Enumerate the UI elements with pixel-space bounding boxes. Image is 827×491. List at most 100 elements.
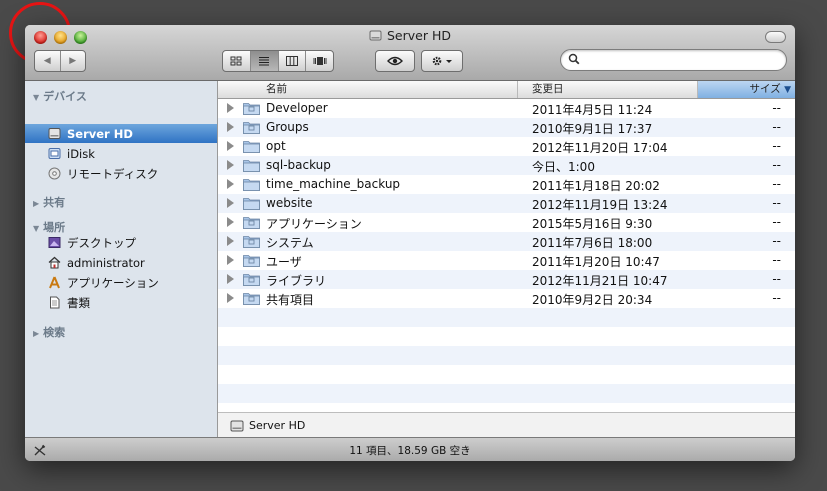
file-row[interactable]: time_machine_backup 2011年1月18日 20:02 -- [218,175,795,194]
sidebar-search-header[interactable]: ▶ 検索 [33,324,65,340]
file-size: -- [772,177,781,191]
file-name: website [266,196,313,210]
sidebar-item-label: リモートディスク [67,166,159,181]
file-name: ライブラリ [266,274,327,288]
desktop-icon [47,236,61,250]
empty-row [218,308,795,327]
system-folder-icon [243,272,260,286]
icon-view-button[interactable] [223,51,251,71]
file-size: -- [772,196,781,210]
file-name: opt [266,139,286,153]
sidebar-header-label: 共有 [43,196,66,209]
disclosure-triangle-icon[interactable] [227,122,234,132]
folder-icon [243,177,260,191]
disclosure-triangle-icon[interactable] [227,236,234,246]
file-size: -- [772,253,781,267]
sidebar-item-home[interactable]: administrator [25,253,217,272]
file-date: 2010年9月1日 17:37 [532,122,653,136]
system-folder-icon [243,101,260,115]
empty-row [218,327,795,346]
name-column-header[interactable]: 名前 [218,81,518,98]
quicklook-cell[interactable] [376,51,414,71]
system-folder-icon [243,215,260,229]
remote-disc-icon [47,167,61,181]
file-size: -- [772,120,781,134]
disclosure-triangle-icon[interactable] [227,179,234,189]
file-row[interactable]: ユーザ 2011年1月20日 10:47 -- [218,251,795,270]
file-row[interactable]: website 2012年11月19日 13:24 -- [218,194,795,213]
sidebar-item-remote-disc[interactable]: リモートディスク [25,164,217,183]
sidebar-item-desktop[interactable]: デスクトップ [25,233,217,252]
action-menu-button[interactable] [421,50,463,72]
disclosure-closed-icon: ▶ [33,199,40,208]
harddisk-icon [369,30,382,41]
system-folder-icon [243,234,260,248]
action-menu-cell[interactable] [422,51,462,71]
search-field[interactable] [560,49,787,71]
disclosure-triangle-icon[interactable] [227,141,234,151]
sidebar-devices-header[interactable]: ▼ デバイス [33,88,87,104]
file-date: 2012年11月19日 13:24 [532,198,668,212]
folder-icon [243,196,260,210]
toolbar-toggle-button[interactable] [765,31,786,43]
gear-icon [432,56,452,66]
disclosure-triangle-icon[interactable] [227,293,234,303]
back-icon: ◀ [43,56,51,66]
sidebar-shared-header[interactable]: ▶ 共有 [33,194,65,210]
file-size: -- [772,272,781,286]
system-folder-icon [243,253,260,267]
file-size: -- [772,139,781,153]
sidebar-header-label: デバイス [43,90,87,103]
file-row[interactable]: opt 2012年11月20日 17:04 -- [218,137,795,156]
coverflow-icon [313,57,327,65]
finder-window: Server HD ◀ ▶ ▼ デバイス Server HD iDisk リモー… [25,25,795,461]
window-title-text: Server HD [387,28,451,43]
applications-icon [47,276,61,290]
sort-descending-icon: ▼ [784,85,791,95]
sidebar-item-label: アプリケーション [67,275,159,290]
date-column-header[interactable]: 変更日 [518,81,698,98]
file-row[interactable]: 共有項目 2010年9月2日 20:34 -- [218,289,795,308]
view-mode-selector [222,50,334,72]
column-view-button[interactable] [279,51,307,71]
coverflow-view-button[interactable] [306,51,333,71]
file-row[interactable]: Groups 2010年9月1日 17:37 -- [218,118,795,137]
idisk-icon [47,147,61,161]
disclosure-triangle-icon[interactable] [227,103,234,113]
disclosure-triangle-icon[interactable] [227,274,234,284]
harddisk-icon [47,127,61,141]
search-input[interactable] [583,52,782,68]
sidebar-item-applications[interactable]: アプリケーション [25,273,217,292]
file-row[interactable]: sql-backup 今日、1:00 -- [218,156,795,175]
sidebar-item-label: Server HD [67,126,133,141]
empty-row [218,384,795,403]
disclosure-open-icon: ▼ [33,93,40,102]
sidebar-item-label: iDisk [67,146,95,161]
empty-row [218,346,795,365]
file-size: -- [772,291,781,305]
file-row[interactable]: システム 2011年7月6日 18:00 -- [218,232,795,251]
list-view-button[interactable] [250,51,279,71]
file-row[interactable]: アプリケーション 2015年5月16日 9:30 -- [218,213,795,232]
size-column-header[interactable]: サイズ ▼ [698,81,795,98]
back-button[interactable]: ◀ [35,51,61,71]
file-size: -- [772,158,781,172]
disclosure-triangle-icon[interactable] [227,160,234,170]
file-row[interactable]: Developer 2011年4月5日 11:24 -- [218,99,795,118]
file-date: 2010年9月2日 20:34 [532,293,653,307]
disclosure-triangle-icon[interactable] [227,255,234,265]
file-date: 今日、1:00 [532,160,595,174]
file-row[interactable]: ライブラリ 2012年11月21日 10:47 -- [218,270,795,289]
quicklook-button[interactable] [375,50,415,72]
disclosure-triangle-icon[interactable] [227,198,234,208]
disclosure-triangle-icon[interactable] [227,217,234,227]
file-date: 2011年1月18日 20:02 [532,179,660,193]
forward-button[interactable]: ▶ [61,51,86,71]
sidebar-item-idisk[interactable]: iDisk [25,144,217,163]
file-date: 2012年11月21日 10:47 [532,274,668,288]
sidebar-item-server-hd[interactable]: Server HD [25,124,217,143]
sidebar-item-documents[interactable]: 書類 [25,293,217,312]
file-name: 共有項目 [266,293,315,307]
file-name: Groups [266,120,309,134]
path-bar-item[interactable]: Server HD [249,419,305,432]
